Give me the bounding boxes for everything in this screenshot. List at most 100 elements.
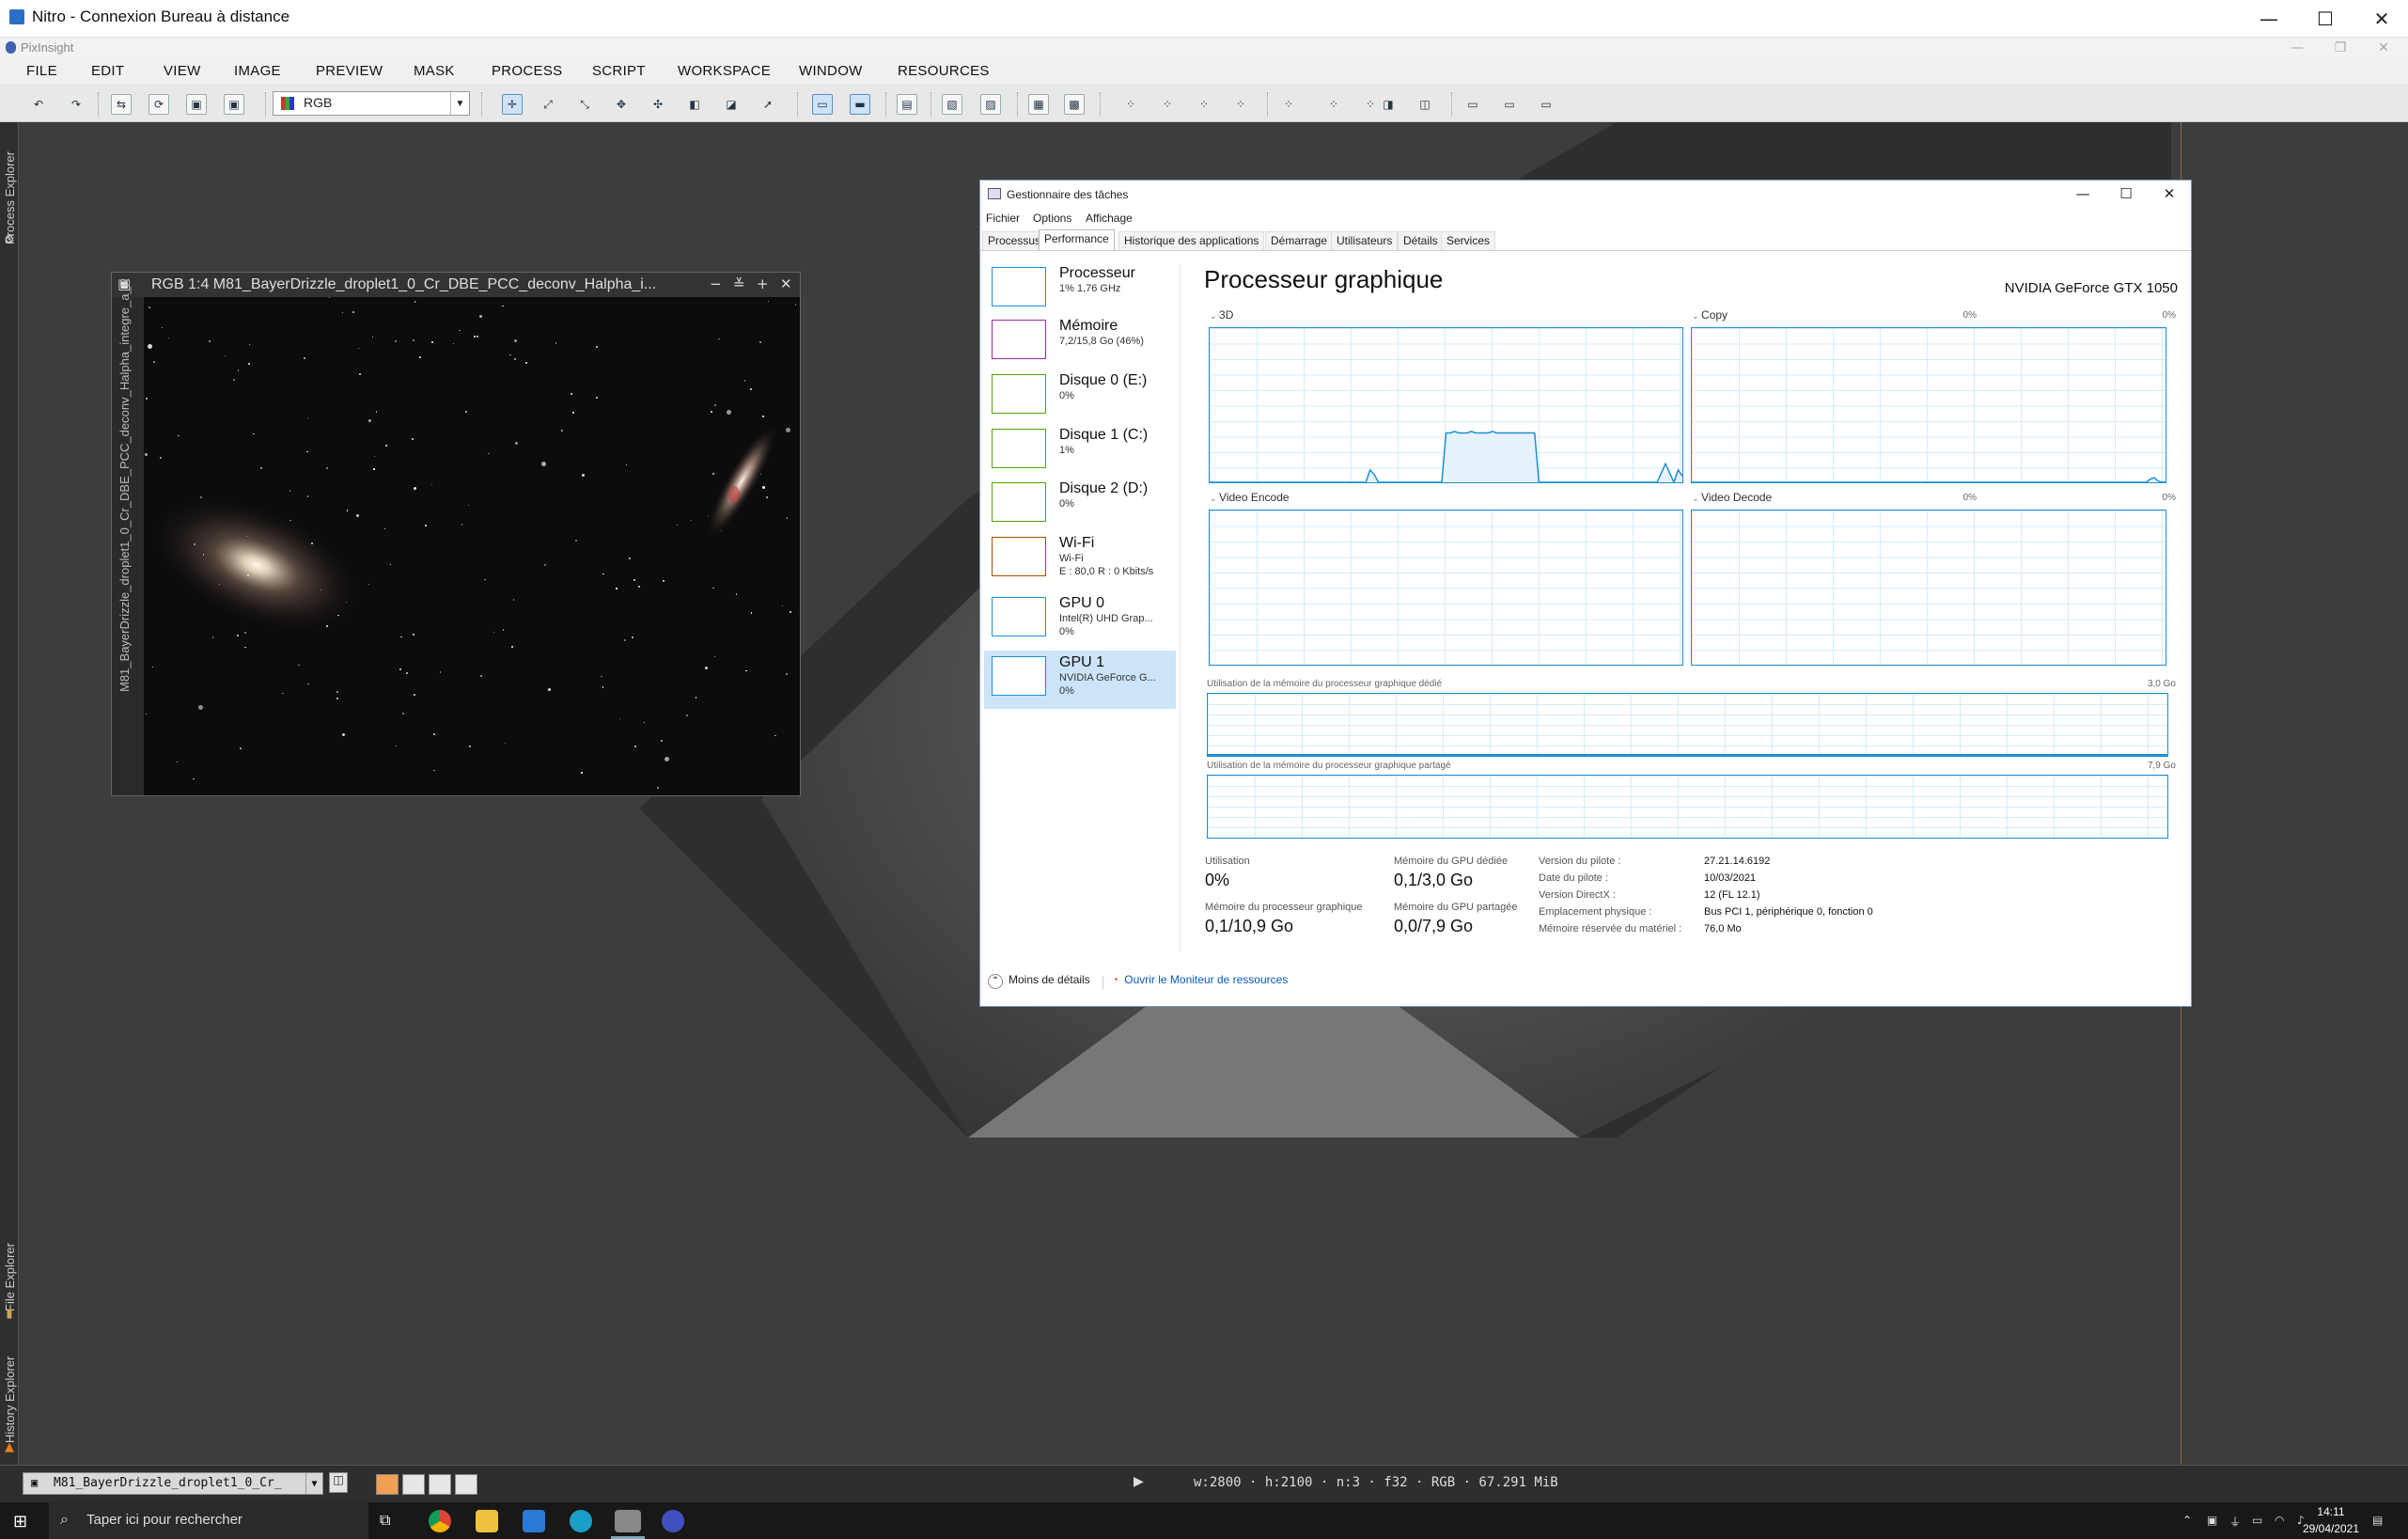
view-toggle-button[interactable]: ◫ (329, 1472, 348, 1493)
chevron-up-icon[interactable]: ⌃ (2182, 1514, 2196, 1527)
less-details-button[interactable]: ⌃ Moins de détails (988, 973, 1090, 989)
swatch-1-button[interactable] (402, 1474, 425, 1495)
navigation-cursor-icon[interactable]: ✛ (502, 94, 523, 115)
tm-menu-view[interactable]: Affichage (1086, 212, 1133, 225)
engine-decode-label[interactable]: ⌄ Video Decode (1692, 491, 1772, 504)
edge-icon[interactable] (570, 1510, 592, 1532)
tab-utilisateurs[interactable]: Utilisateurs (1331, 231, 1399, 250)
layout-2-icon[interactable]: ◫ (1415, 94, 1435, 115)
grid-5-icon[interactable]: ⁘ (1278, 94, 1299, 115)
image-window[interactable]: ▣ RGB 1:4 M81_BayerDrizzle_droplet1_0_Cr… (111, 272, 801, 796)
menu-workspace[interactable]: WORKSPACE (678, 63, 771, 79)
menu-resources[interactable]: RESOURCES (898, 63, 990, 79)
redo-icon[interactable]: ↷ (66, 94, 86, 115)
tab-processus[interactable]: Processus (982, 231, 1047, 250)
play-icon[interactable]: ▶ (1134, 1474, 1144, 1489)
shade-icon[interactable]: ≚ (733, 275, 745, 292)
sidebar-item-wi-fi[interactable]: Wi-Fi Wi-Fi E : 80,0 R : 0 Kbits/s (984, 531, 1176, 589)
engine-encode-label[interactable]: ⌄ Video Encode (1210, 491, 1290, 504)
resource-monitor-link[interactable]: ◔ Ouvrir le Moniteur de ressources (1112, 973, 1288, 986)
sidebar-item-processeur[interactable]: Processeur 1% 1,76 GHz (984, 261, 1176, 320)
display-stf-icon[interactable]: ▬ (850, 94, 870, 115)
undo-icon[interactable]: ↶ (28, 94, 49, 115)
grid-1-icon[interactable]: ⁘ (1120, 94, 1141, 115)
mail-icon[interactable] (523, 1510, 545, 1532)
view-selector[interactable]: ▣ M81_BayerDrizzle_droplet1_0_Cr_ ▼ (23, 1472, 323, 1495)
mask-show-icon[interactable]: ▧ (942, 94, 962, 115)
rdp-close-button[interactable]: ✕ (2355, 0, 2408, 38)
gear-icon[interactable]: ⚙ (0, 233, 19, 252)
edit-preview-icon[interactable]: ◪ (721, 94, 742, 115)
preview-new-icon[interactable]: ▤ (897, 94, 917, 115)
menu-process[interactable]: PROCESS (492, 63, 562, 79)
menu-view[interactable]: VIEW (164, 63, 201, 79)
pointer-icon[interactable]: ➚ (758, 94, 778, 115)
sidebar-item-disque-2-d-[interactable]: Disque 2 (D:) 0% (984, 477, 1176, 535)
grid-3-icon[interactable]: ⁘ (1194, 94, 1214, 115)
window-icon[interactable]: ▭ (1462, 94, 1483, 115)
display-screen-icon[interactable]: ▭ (812, 94, 833, 115)
rdp-maximize-button[interactable]: ☐ (2299, 0, 2352, 38)
move-icon[interactable]: ✣ (648, 94, 668, 115)
taskbar-search-box[interactable]: ⌕ Taper ici pour rechercher (49, 1502, 368, 1539)
sidebar-item-disque-0-e-[interactable]: Disque 0 (E:) 0% (984, 369, 1176, 427)
menu-preview[interactable]: PREVIEW (316, 63, 383, 79)
menu-mask[interactable]: MASK (414, 63, 455, 79)
sidebar-item-gpu-1[interactable]: GPU 1 NVIDIA GeForce G... 0% (984, 651, 1176, 709)
chevron-down-icon[interactable]: ▼ (305, 1473, 322, 1494)
file-explorer-icon[interactable] (476, 1510, 498, 1532)
menu-image[interactable]: IMAGE (234, 63, 281, 79)
menu-script[interactable]: SCRIPT (592, 63, 646, 79)
task-view-icon[interactable]: ⧉ (380, 1511, 390, 1530)
menu-edit[interactable]: EDIT (91, 63, 124, 79)
battery-icon[interactable]: ▭ (2252, 1514, 2265, 1527)
close-icon[interactable]: ✕ (780, 275, 792, 292)
mask-invert-icon[interactable]: ▨ (980, 94, 1001, 115)
maximize-icon[interactable]: + (757, 275, 769, 292)
new-image-icon[interactable]: ⇆ (111, 94, 132, 115)
readout-icon[interactable]: ◧ (684, 94, 705, 115)
chrome-icon[interactable] (429, 1510, 451, 1532)
grid-4-icon[interactable]: ⁘ (1230, 94, 1251, 115)
tab-performance[interactable]: Performance (1039, 229, 1115, 250)
sidebar-item-m-moire[interactable]: Mémoire 7,2/15,8 Go (46%) (984, 314, 1176, 372)
pi-minimize-button[interactable]: — (2276, 38, 2318, 58)
stats-icon[interactable]: ▩ (1064, 94, 1085, 115)
task-manager-window[interactable]: Gestionnaire des tâches — ☐ ✕ Fichier Op… (979, 180, 2192, 1007)
tm-minimize-button[interactable]: — (2061, 181, 2104, 207)
tm-close-button[interactable]: ✕ (2148, 181, 2191, 207)
usb-icon[interactable]: ⏚ (2229, 1514, 2243, 1529)
notification-icon[interactable]: ▤ (2372, 1514, 2385, 1527)
engine-3d-label[interactable]: ⌄ 3D (1210, 308, 1233, 322)
window-3-icon[interactable]: ▭ (1536, 94, 1556, 115)
zoom-fit-icon[interactable]: ⤢ (538, 94, 558, 115)
history-explorer-tab[interactable]: History Explorer (0, 1335, 19, 1448)
tm-maximize-button[interactable]: ☐ (2104, 181, 2148, 207)
astro-image[interactable] (144, 297, 800, 795)
window-2-icon[interactable]: ▭ (1499, 94, 1520, 115)
pi-close-button[interactable]: ✕ (2363, 38, 2404, 58)
color-mode-select[interactable]: RGB ▼ (273, 91, 470, 116)
channel-blue-icon[interactable]: ▣ (224, 94, 244, 115)
menu-window[interactable]: WINDOW (799, 63, 863, 79)
tm-menu-file[interactable]: Fichier (986, 212, 1020, 225)
engine-copy-label[interactable]: ⌄ Copy (1692, 308, 1728, 322)
swatch-2-button[interactable] (429, 1474, 451, 1495)
grid-2-icon[interactable]: ⁘ (1157, 94, 1178, 115)
taskbar-clock[interactable]: 14:11 29/04/2021 (2293, 1503, 2369, 1537)
sidebar-item-gpu-0[interactable]: GPU 0 Intel(R) UHD Grap... 0% (984, 591, 1176, 650)
tab-services[interactable]: Services (1441, 231, 1496, 250)
tray-app-icon[interactable]: ▣ (2207, 1514, 2220, 1527)
grid-6-icon[interactable]: ⁘ (1323, 94, 1344, 115)
wifi-icon[interactable]: ◠ (2275, 1514, 2288, 1527)
sidebar-item-disque-1-c-[interactable]: Disque 1 (C:) 1% (984, 423, 1176, 481)
swatch-3-button[interactable] (455, 1474, 477, 1495)
pan-icon[interactable]: ✥ (611, 94, 632, 115)
tm-menu-options[interactable]: Options (1033, 212, 1071, 225)
chevron-down-icon[interactable]: ▼ (450, 92, 469, 115)
channel-red-icon[interactable]: ▣ (186, 94, 207, 115)
rdp-minimize-button[interactable]: — (2243, 0, 2295, 38)
minimize-icon[interactable]: − (710, 275, 722, 292)
zoom-in-icon[interactable]: ⤡ (574, 94, 595, 115)
layout-icon[interactable]: ◨ (1378, 94, 1399, 115)
